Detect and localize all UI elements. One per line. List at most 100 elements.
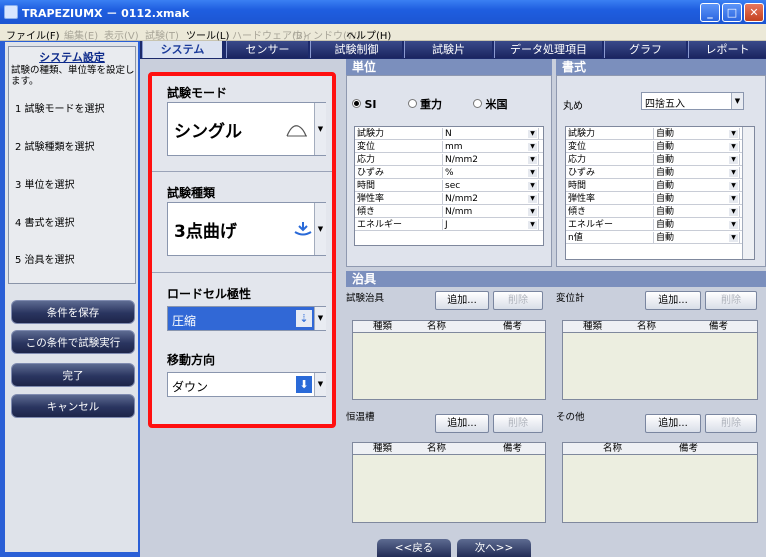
chevron-down-icon[interactable]: ▼ [314,203,326,255]
format-value-select[interactable]: 自動 [654,232,740,244]
format-value-select[interactable]: 自動 [654,141,740,153]
format-value-select[interactable]: 自動 [654,193,740,205]
radio-gravity[interactable] [407,99,417,108]
menu-file[interactable]: ファイル(F) [6,27,60,42]
tab-report[interactable]: レポート [688,41,766,58]
step-5[interactable]: 5 治具を選択 [15,251,75,266]
chevron-down-icon[interactable]: ▼ [314,373,326,396]
chevron-down-icon[interactable]: ▼ [729,208,738,216]
format-value-select[interactable]: 自動 [654,154,740,166]
rounding-value: 四捨五入 [645,99,685,110]
unit-value-select[interactable]: N [443,128,539,140]
chevron-down-icon[interactable]: ▼ [729,195,738,203]
step-1[interactable]: 1 試験モードを選択 [15,100,105,115]
chevron-down-icon[interactable]: ▼ [314,103,326,155]
chamber-table-body[interactable] [352,455,546,523]
format-value-select[interactable]: 自動 [654,128,740,140]
tab-control[interactable]: 試験制御 [310,41,402,58]
direction-select[interactable]: ダウン ⬇ ▼ [167,372,326,397]
tab-system[interactable]: システム [142,41,222,58]
finish-button[interactable]: 完了 [11,363,135,387]
format-row: n値 自動 ▼ [566,232,754,244]
delete-other-button[interactable]: 削除 [705,414,757,433]
radio-si[interactable] [352,99,361,108]
format-value-select[interactable]: 自動 [654,180,740,192]
chevron-down-icon[interactable]: ▼ [528,169,537,177]
unit-value-select[interactable]: % [443,167,539,179]
chevron-down-icon[interactable]: ▼ [729,169,738,177]
chevron-down-icon[interactable]: ▼ [731,93,743,109]
steps-title[interactable]: システム設定 [8,49,136,65]
format-header: 書式 [556,59,766,75]
unit-value-select[interactable]: mm [443,141,539,153]
test-jig-table-body[interactable] [352,333,546,400]
col-note: 備考 [679,443,699,454]
format-scrollbar[interactable] [742,127,754,259]
format-value-select[interactable]: 自動 [654,219,740,231]
unit-value-select[interactable]: N/mm2 [443,193,539,205]
minimize-button[interactable]: _ [700,3,720,22]
format-name: 傾き [566,206,654,218]
unit-value-select[interactable]: N/mm [443,206,539,218]
save-conditions-button[interactable]: 条件を保存 [11,300,135,324]
next-button[interactable]: 次へ>> [457,539,531,557]
format-name: ひずみ [566,167,654,179]
step-2[interactable]: 2 試験種類を選択 [15,138,95,153]
loadcell-select[interactable]: 圧縮 ⇣ ▼ [167,306,326,331]
add-test-jig-button[interactable]: 追加... [435,291,489,310]
delete-displacement-button[interactable]: 削除 [705,291,757,310]
displacement-table-body[interactable] [562,333,758,400]
chevron-down-icon[interactable]: ▼ [729,143,738,151]
format-value-select[interactable]: 自動 [654,206,740,218]
chevron-down-icon[interactable]: ▼ [528,208,537,216]
format-value-select[interactable]: 自動 [654,167,740,179]
chevron-down-icon[interactable]: ▼ [729,130,738,138]
chevron-down-icon[interactable]: ▼ [528,221,537,229]
col-name: 名称 [603,443,623,454]
menu-edit[interactable]: 編集(E) [64,27,98,42]
menu-view[interactable]: 表示(V) [104,27,139,42]
chevron-down-icon[interactable]: ▼ [729,182,738,190]
chevron-down-icon[interactable]: ▼ [314,307,326,330]
test-mode-label: 試験モード [167,86,228,100]
chevron-down-icon[interactable]: ▼ [528,143,537,151]
add-other-button[interactable]: 追加... [645,414,701,433]
delete-test-jig-button[interactable]: 削除 [493,291,543,310]
unit-value-select[interactable]: sec [443,180,539,192]
direction-value: ダウン [172,380,209,394]
tab-sensor[interactable]: センサー [226,41,308,58]
chevron-down-icon[interactable]: ▼ [729,221,738,229]
chevron-down-icon[interactable]: ▼ [729,234,738,242]
delete-chamber-button[interactable]: 削除 [493,414,543,433]
cancel-button[interactable]: キャンセル [11,394,135,418]
chevron-down-icon[interactable]: ▼ [528,156,537,164]
test-mode-select[interactable]: シングル ▼ [167,102,326,156]
chevron-down-icon[interactable]: ▼ [528,130,537,138]
app-icon [4,5,18,19]
maximize-button[interactable]: □ [722,3,742,22]
chevron-down-icon[interactable]: ▼ [528,195,537,203]
radio-us[interactable] [473,99,483,108]
step-3[interactable]: 3 単位を選択 [15,176,75,191]
tab-specimen[interactable]: 試験片 [404,41,492,58]
step-4[interactable]: 4 書式を選択 [15,214,75,229]
menu-tools[interactable]: ツール(L) [186,27,229,42]
chevron-down-icon[interactable]: ▼ [528,182,537,190]
unit-value-select[interactable]: J [443,219,539,231]
add-chamber-button[interactable]: 追加... [435,414,489,433]
tab-graph[interactable]: グラフ [604,41,686,58]
add-displacement-button[interactable]: 追加... [645,291,701,310]
tab-data-processing[interactable]: データ処理項目 [494,41,602,58]
menu-help[interactable]: ヘルプ(H) [346,27,391,42]
close-button[interactable]: ✕ [744,3,764,22]
unit-name: 変位 [355,141,443,153]
unit-value-select[interactable]: N/mm2 [443,154,539,166]
other-table-body[interactable] [562,455,758,523]
menu-test[interactable]: 試験(T) [145,27,179,42]
prev-button[interactable]: <<戻る [377,539,451,557]
run-test-button[interactable]: この条件で試験実行 [11,330,135,354]
col-name: 名称 [637,321,657,332]
test-type-select[interactable]: 3点曲げ ▼ [167,202,326,256]
chevron-down-icon[interactable]: ▼ [729,156,738,164]
rounding-select[interactable]: 四捨五入 ▼ [641,92,744,110]
